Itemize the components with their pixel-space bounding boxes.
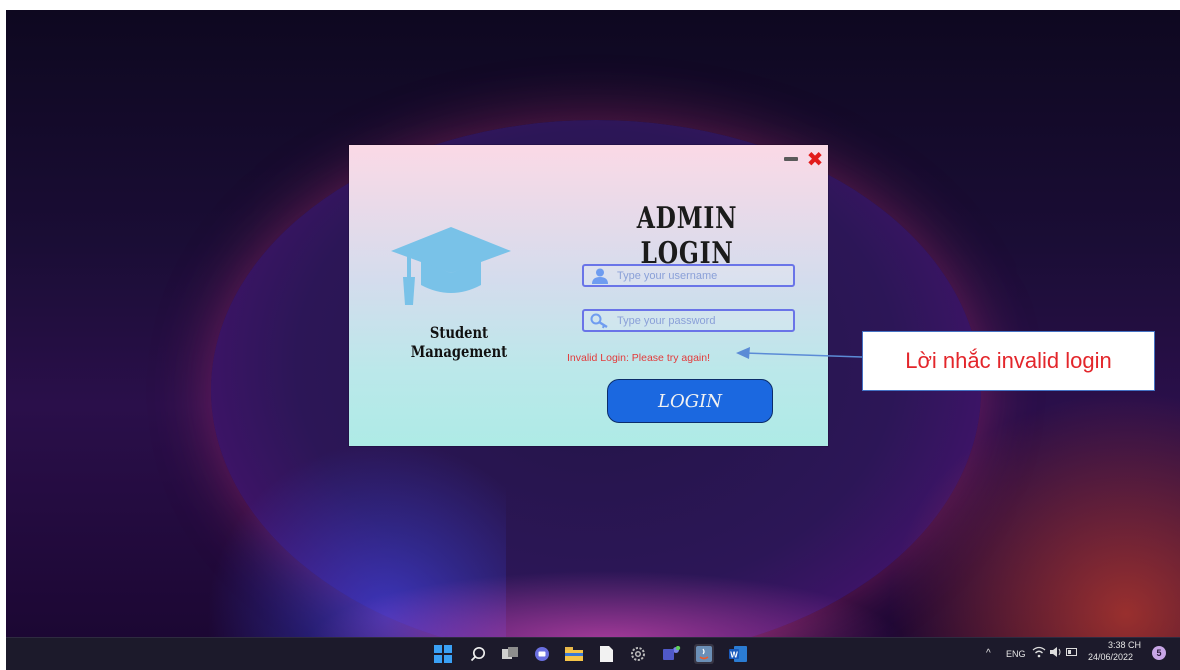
error-message: Invalid Login: Please try again! [567,352,711,364]
file-explorer-icon[interactable] [564,644,584,664]
java-icon[interactable] [694,644,714,664]
user-icon [589,266,611,285]
clock-date[interactable]: 24/06/2022 [1088,652,1133,662]
svg-text:W: W [730,650,738,659]
close-button[interactable]: ✖ [805,149,825,169]
battery-icon[interactable] [1065,645,1079,659]
clock-time[interactable]: 3:38 CH [1108,640,1141,650]
page-title: ADMIN LOGIN [636,201,738,271]
search-icon[interactable] [468,644,488,664]
notepad-icon[interactable] [596,644,616,664]
password-input[interactable] [611,310,793,331]
task-view-icon[interactable] [500,644,520,664]
close-icon: ✖ [806,147,824,171]
chat-icon[interactable] [532,644,552,664]
username-input[interactable] [611,265,793,286]
windows-start-icon[interactable] [433,644,453,664]
tray-overflow-chevron[interactable]: ^ [986,648,991,659]
key-icon [589,311,611,330]
minimize-icon [784,157,798,161]
username-field[interactable] [582,264,795,287]
annotation-callout: Lời nhắc invalid login [862,331,1155,391]
volume-icon[interactable] [1049,645,1063,659]
word-icon[interactable]: W [728,644,748,664]
language-indicator[interactable]: ENG [1006,649,1026,659]
taskbar: W ^ ENG 3:38 CH 24/06/2022 5 [6,637,1180,670]
login-window: ✖ Student Management ADMIN LOGIN Invalid… [349,145,828,446]
notification-badge[interactable]: 5 [1152,646,1166,660]
minimize-button[interactable] [781,149,801,169]
login-button[interactable]: LOGIN [607,379,773,423]
wifi-icon[interactable] [1032,645,1046,659]
app-name: Student Management [410,323,508,361]
password-field[interactable] [582,309,795,332]
teams-icon[interactable] [662,644,682,664]
settings-icon[interactable] [628,644,648,664]
annotation-arrow-icon [736,347,863,359]
graduation-cap-icon [391,227,511,305]
